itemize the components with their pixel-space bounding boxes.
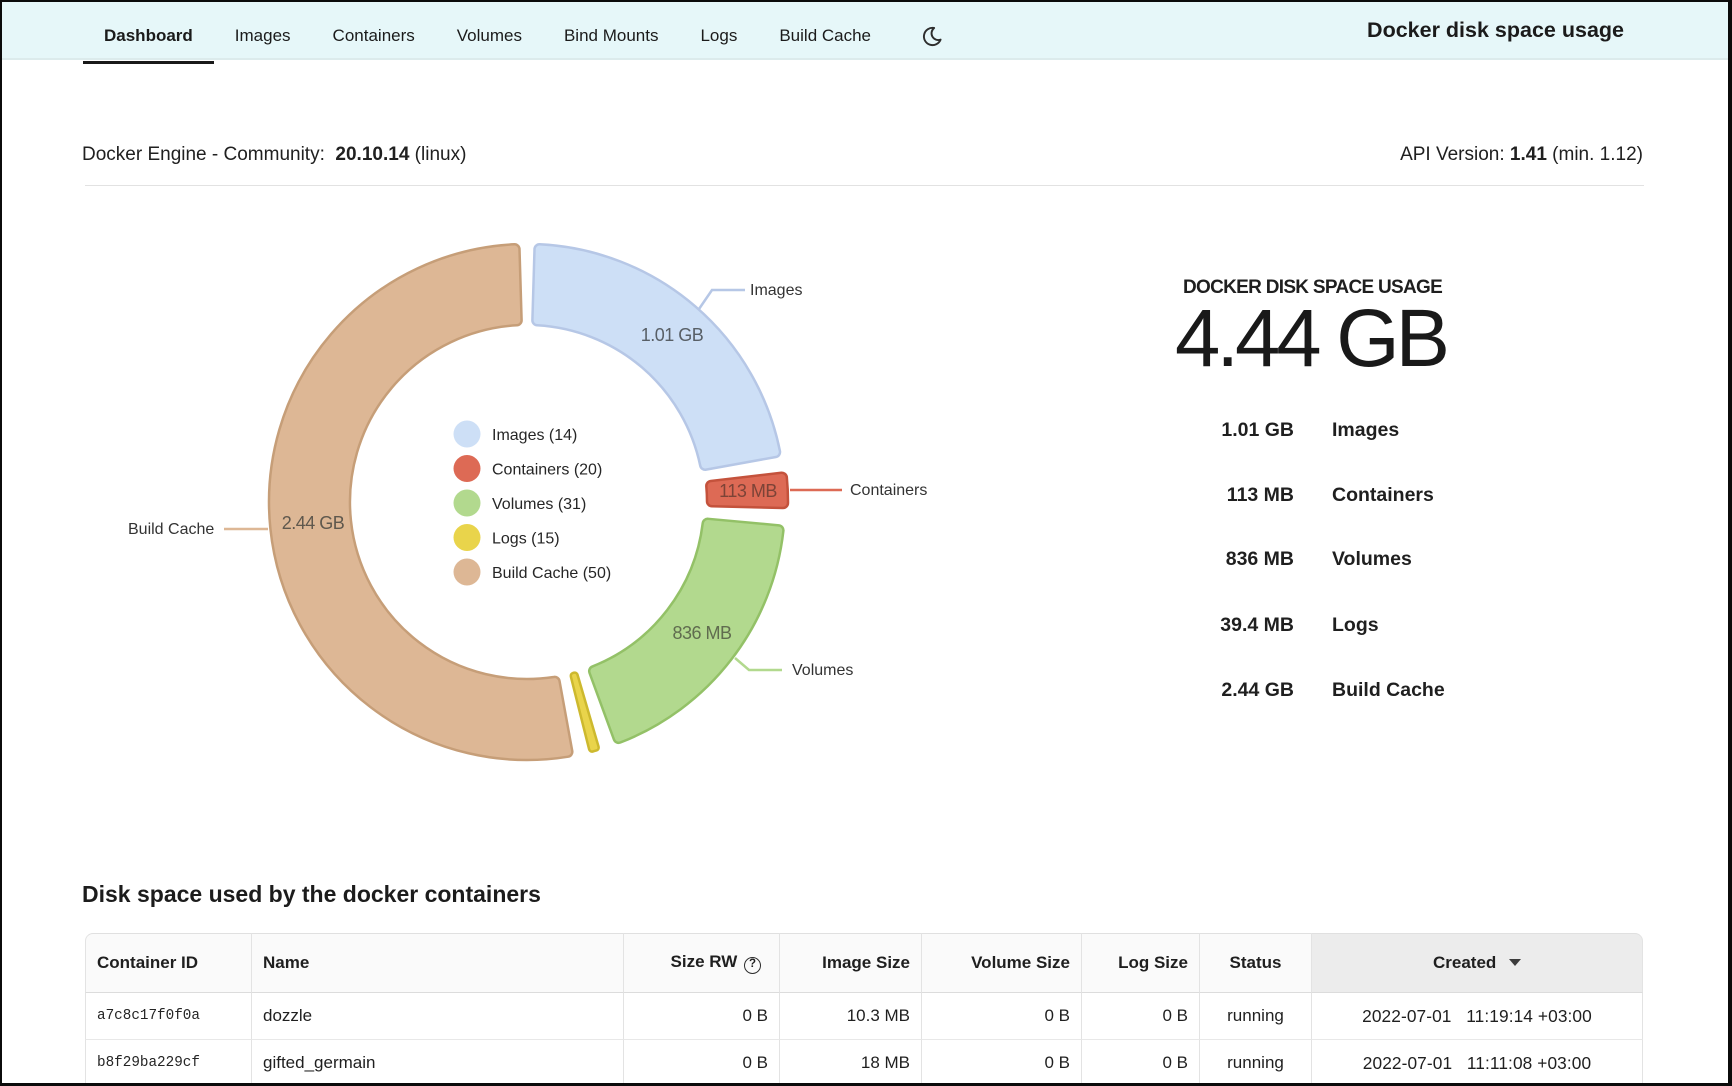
svg-text:Build Cache (50): Build Cache (50) — [492, 565, 611, 582]
svg-text:2.44 GB: 2.44 GB — [282, 513, 345, 533]
svg-text:Volumes (31): Volumes (31) — [492, 496, 586, 513]
svg-text:Images (14): Images (14) — [492, 427, 577, 444]
svg-text:836 MB: 836 MB — [672, 623, 732, 643]
svg-text:113 MB: 113 MB — [719, 481, 777, 501]
svg-text:Volumes: Volumes — [792, 662, 853, 679]
svg-text:Containers: Containers — [850, 482, 927, 499]
svg-text:1.01 GB: 1.01 GB — [641, 325, 704, 345]
svg-text:Build Cache: Build Cache — [128, 521, 214, 538]
svg-text:Containers (20): Containers (20) — [492, 462, 602, 479]
svg-text:Images: Images — [750, 282, 802, 299]
svg-text:Logs (15): Logs (15) — [492, 531, 560, 548]
